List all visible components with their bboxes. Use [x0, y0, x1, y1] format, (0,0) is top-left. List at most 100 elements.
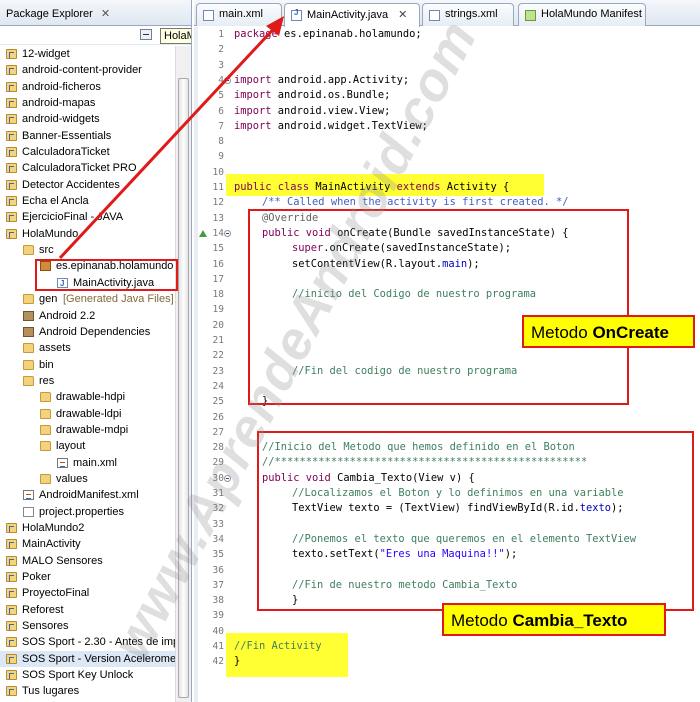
project-icon	[6, 539, 17, 550]
folder-icon	[23, 359, 34, 370]
line-number: 24	[212, 380, 224, 392]
line-number: 16	[212, 258, 224, 270]
folder-icon	[40, 392, 51, 403]
folder-icon	[40, 424, 51, 435]
line-number: 38	[212, 595, 224, 607]
project-icon	[6, 147, 17, 158]
tree-item[interactable]: Echa el Ancla	[0, 193, 175, 209]
tree-item[interactable]: assets	[0, 340, 175, 356]
collapse-all-icon[interactable]	[140, 29, 152, 40]
tree-item[interactable]: Sensores	[0, 618, 175, 634]
tree-item[interactable]: Banner-Essentials	[0, 128, 175, 144]
tree-item[interactable]: main.xml	[0, 455, 175, 471]
override-marker-icon	[199, 229, 207, 237]
xml-file-icon	[23, 490, 34, 501]
fold-toggle-icon[interactable]	[224, 229, 231, 237]
tree-item[interactable]: MALO Sensores	[0, 553, 175, 569]
package-explorer: Package Explorer ✕ HolaMundo 12-widget and…	[0, 0, 192, 702]
tab-main-xml[interactable]: main.xml	[196, 3, 282, 26]
tree-item[interactable]: drawable-hdpi	[0, 389, 175, 405]
line-number: 15	[212, 243, 224, 255]
tree-item-label: HolaMundo2	[22, 521, 85, 534]
tree-item[interactable]: res	[0, 373, 175, 389]
tree-item[interactable]: android-mapas	[0, 95, 175, 111]
tree-item[interactable]: drawable-ldpi	[0, 406, 175, 422]
tree-item[interactable]: 12-widget	[0, 46, 175, 62]
tree-item[interactable]: EjercicioFinal - JAVA	[0, 209, 175, 225]
folder-icon	[40, 408, 51, 419]
tab-holamundo-manifest[interactable]: HolaMundo Manifest	[518, 3, 646, 26]
tree-item[interactable]: android-ficheros	[0, 79, 175, 95]
folder-icon	[23, 294, 34, 305]
tree-item[interactable]: Poker	[0, 569, 175, 585]
line-number: 2	[218, 44, 224, 56]
callout-prefix: Metodo	[531, 323, 593, 342]
tree-item-label: SOS Sport Key Unlock	[22, 669, 134, 682]
folder-icon	[40, 473, 51, 484]
tree-item[interactable]: layout	[0, 438, 175, 454]
tree-item[interactable]: Reforest	[0, 602, 175, 618]
tree-item[interactable]: Tus lugares	[0, 683, 175, 699]
tree-item[interactable]: android-widgets	[0, 111, 175, 127]
tree-item[interactable]: MainActivity	[0, 536, 175, 552]
line-number: 34	[212, 533, 224, 545]
code-line-1: package es.epinanab.holamundo;	[234, 28, 422, 40]
tree-item-note: [Generated Java Files]	[63, 293, 174, 306]
tree-item-label: CalculadoraTicket PRO	[22, 162, 137, 175]
tree-item-label: drawable-mdpi	[56, 423, 129, 436]
explorer-scrollbar-thumb[interactable]	[178, 78, 189, 698]
tree-item[interactable]: AndroidManifest.xml	[0, 487, 175, 503]
tree-item[interactable]: android-content-provider	[0, 62, 175, 78]
library-icon	[23, 310, 34, 321]
tree-item[interactable]: drawable-mdpi	[0, 422, 175, 438]
tree-item[interactable]: CalculadoraTicket PRO	[0, 160, 175, 176]
line-number: 19	[212, 304, 224, 316]
project-icon	[6, 49, 17, 59]
tree-item[interactable]: project.properties	[0, 504, 175, 520]
android-icon	[525, 10, 536, 21]
fold-toggle-icon[interactable]	[224, 474, 231, 482]
tree-item[interactable]: src	[0, 242, 175, 258]
fold-toggle-icon[interactable]	[224, 76, 231, 84]
tab-package-explorer[interactable]: Package Explorer ✕	[2, 3, 114, 25]
code-line-5: import android.os.Bundle;	[234, 89, 391, 102]
folder-icon	[40, 441, 51, 452]
tree-item[interactable]: ProyectoFinal	[0, 585, 175, 601]
tree-item[interactable]: gen [Generated Java Files]	[0, 291, 175, 307]
tree-item-label: AndroidManifest.xml	[39, 489, 139, 502]
tree-item[interactable]: HolaMundo2	[0, 520, 175, 536]
tab-strings-xml[interactable]: strings.xml	[422, 3, 514, 26]
line-number: 21	[212, 335, 224, 346]
tree-item[interactable]: SOS Sport - 2.30 - Antes de impl	[0, 634, 182, 650]
project-icon	[6, 604, 17, 615]
explorer-scrollbar[interactable]	[175, 46, 191, 702]
tree-item-label: MainActivity	[22, 538, 81, 551]
editor-tab-bar: main.xml MainActivity.java✕ strings.xml …	[194, 0, 700, 27]
tree-item-label: drawable-ldpi	[56, 407, 122, 420]
xml-file-icon	[57, 457, 68, 468]
tree-item-label: src	[39, 244, 54, 257]
line-number: 22	[212, 350, 224, 362]
tree-item[interactable]: Android Dependencies	[0, 324, 175, 340]
tree-item-label: Poker	[22, 571, 51, 583]
folder-icon	[23, 375, 34, 386]
tab-mainactivity-java[interactable]: MainActivity.java ✕	[284, 3, 420, 27]
tree-item[interactable]: values	[0, 471, 175, 487]
tree-item[interactable]: HolaMundo	[0, 226, 175, 242]
tree-item-label: 12-widget	[22, 48, 70, 60]
tree-item[interactable]: bin	[0, 357, 175, 373]
project-icon	[6, 114, 17, 125]
line-number: 17	[212, 273, 224, 285]
project-icon	[6, 130, 17, 141]
tree-item-label: values	[56, 472, 88, 485]
project-icon	[6, 98, 17, 109]
tree-item[interactable]: Android 2.2	[0, 308, 175, 324]
tree-item[interactable]: SOS Sport - Version Acelerometr	[0, 650, 183, 668]
project-icon	[6, 228, 17, 239]
tree-item-label: EjercicioFinal - JAVA	[22, 211, 124, 224]
close-icon[interactable]: ✕	[101, 8, 110, 20]
tree-item[interactable]: CalculadoraTicket	[0, 144, 175, 160]
close-icon[interactable]: ✕	[398, 9, 407, 21]
tree-item[interactable]: SOS Sport Key Unlock	[0, 667, 175, 683]
tree-item[interactable]: Detector Accidentes	[0, 177, 175, 193]
